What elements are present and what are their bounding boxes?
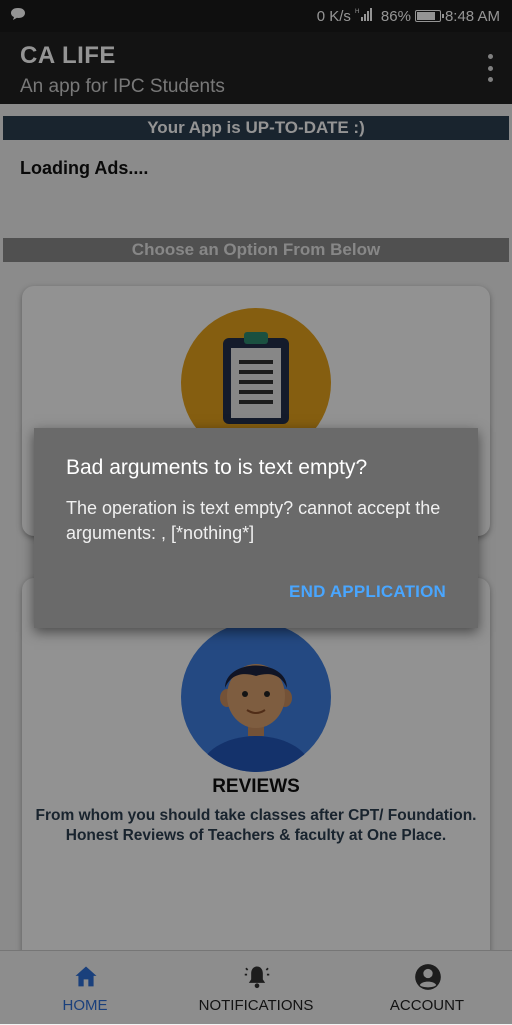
end-application-button[interactable]: END APPLICATION [289, 582, 446, 602]
dialog-title: Bad arguments to is text empty? [66, 456, 368, 479]
dialog-message: The operation is text empty? cannot acce… [66, 498, 441, 543]
error-dialog: Bad arguments to is text empty? The oper… [34, 428, 478, 628]
